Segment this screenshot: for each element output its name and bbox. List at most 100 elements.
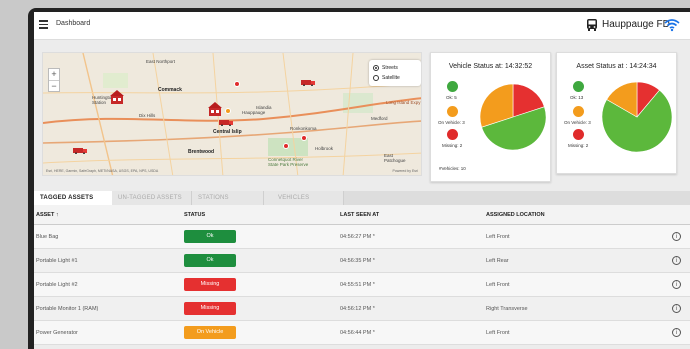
asset-status-pie[interactable] (601, 81, 673, 153)
legend-missing-dot (447, 129, 458, 140)
tab-untagged-assets[interactable]: UN-TAGGED ASSETS (112, 191, 192, 205)
column-header-status[interactable]: STATUS (184, 212, 205, 218)
legend-ok-label: Ok: 5 (446, 95, 457, 100)
map-marker-icon[interactable] (283, 143, 289, 149)
top-bar: Dashboard Hauppauge FD (34, 12, 690, 40)
zoom-out-button[interactable]: − (49, 80, 59, 92)
legend-on-vehicle-dot (447, 106, 458, 117)
asset-name: Portable Light #1 (36, 258, 78, 264)
legend-ok-dot (573, 81, 584, 92)
legend-on-vehicle-label: On Vehicle: 3 (564, 120, 591, 125)
map-marker-icon[interactable] (234, 81, 240, 87)
column-header-last-seen[interactable]: LAST SEEN AT (340, 212, 379, 218)
table-row[interactable]: Portable Light #1 Ok 04:56:35 PM * Left Rea… (34, 249, 690, 273)
info-icon[interactable]: i (672, 304, 681, 313)
assigned-location: Left Front (486, 330, 510, 336)
info-icon[interactable]: i (672, 328, 681, 337)
wifi-icon (664, 19, 680, 32)
layer-option-satellite[interactable]: Satellite (373, 73, 417, 83)
legend-ok-label: Ok: 13 (570, 95, 584, 100)
asset-name: Portable Monitor 1 (RAM) (36, 306, 99, 312)
column-header-location[interactable]: ASSIGNED LOCATION (486, 212, 545, 218)
vehicle-status-pie[interactable] (479, 83, 547, 151)
asset-name: Power Generator (36, 330, 78, 336)
status-badge: Missing (184, 302, 236, 315)
legend-on-vehicle-label: On Vehicle: 3 (438, 120, 465, 125)
info-icon[interactable]: i (672, 232, 681, 241)
fire-truck-icon[interactable] (73, 147, 87, 154)
table-body: Blue Bag Ok 04:56:27 PM * Left Front i Portab… (34, 225, 690, 345)
asset-status-title: Asset Status at : 14:24:34 (576, 63, 657, 70)
table-row[interactable]: Power Generator On Vehicle 04:56:44 PM * Le… (34, 321, 690, 345)
map-label: Central Islip (213, 129, 242, 135)
map-label: Islandia (256, 105, 272, 110)
assets-table: ASSET ↑ STATUS LAST SEEN AT ASSIGNED LOC… (34, 205, 690, 345)
zoom-control: + − (48, 68, 60, 92)
map-marker-icon[interactable] (225, 108, 231, 114)
tab-vehicles[interactable]: VEHICLES (264, 191, 344, 205)
column-header-asset[interactable]: ASSET ↑ (36, 212, 59, 218)
vehicle-status-card: Vehicle Status at: 14:32:52 Ok: 5 On Veh… (430, 52, 551, 182)
page-title: Dashboard (56, 20, 91, 27)
table-header: ASSET ↑ STATUS LAST SEEN AT ASSIGNED LOC… (34, 205, 690, 225)
map-powered-by: Powered by Esri (392, 169, 418, 173)
map-label: Hauppauge (242, 110, 266, 115)
fire-station-icon[interactable] (109, 89, 125, 105)
map-label: East Northport (146, 59, 176, 64)
legend-missing-label: Missing: 2 (442, 143, 463, 148)
legend-on-vehicle-dot (573, 106, 584, 117)
table-row[interactable]: Blue Bag Ok 04:56:27 PM * Left Front i (34, 225, 690, 249)
fire-station-icon[interactable] (207, 101, 223, 117)
asset-name: Blue Bag (36, 234, 59, 240)
map-attribution: Esri, HERE, Garmin, SafeGraph, METI/NASA… (46, 169, 159, 173)
layer-option-streets[interactable]: Streets (373, 63, 417, 73)
assigned-location: Right Transverse (486, 306, 528, 312)
map-label: Holbrook (315, 146, 334, 151)
legend-ok-dot (447, 81, 458, 92)
last-seen-time: 04:56:44 PM * (340, 330, 375, 336)
info-icon[interactable]: i (672, 280, 681, 289)
assigned-location: Left Rear (486, 258, 509, 264)
legend-missing-dot (573, 129, 584, 140)
asset-tabs: TAGGED ASSETS UN-TAGGED ASSETS STATIONS … (34, 191, 690, 205)
radio-unselected-icon (373, 75, 379, 81)
map-label: Brentwood (188, 149, 215, 155)
table-row[interactable]: Portable Monitor 1 (RAM) Missing 04:56:12 … (34, 297, 690, 321)
status-badge: Missing (184, 278, 236, 291)
map-label: Medford (371, 116, 388, 121)
asset-status-card: Asset Status at : 14:24:34 Ok: 13 On Veh… (556, 52, 677, 174)
info-icon[interactable]: i (672, 256, 681, 265)
assigned-location: Left Front (486, 282, 510, 288)
organization-name: Hauppauge FD (602, 19, 670, 30)
map-roads (43, 53, 421, 175)
map-label: Connetquot River State Park Preserve (268, 157, 309, 167)
incident-map[interactable]: + − Streets Satellite East Northport Hun… (42, 52, 422, 176)
status-badge: On Vehicle (184, 326, 236, 339)
last-seen-time: 04:55:51 PM * (340, 282, 375, 288)
hamburger-icon[interactable] (39, 20, 48, 29)
vehicle-count: #Vehicles: 10 (439, 166, 466, 171)
last-seen-time: 04:56:12 PM * (340, 306, 375, 312)
map-label: Long Island Expy (386, 100, 421, 105)
asset-name: Portable Light #2 (36, 282, 78, 288)
layer-switcher: Streets Satellite (369, 60, 421, 86)
map-label: Dix Hills (139, 113, 156, 118)
tab-tagged-assets[interactable]: TAGGED ASSETS (34, 191, 112, 205)
app-screen: Dashboard Hauppauge FD + − Streets Satel… (34, 12, 690, 349)
table-row[interactable]: Portable Light #2 Missing 04:55:51 PM * Lef… (34, 273, 690, 297)
last-seen-time: 04:56:35 PM * (340, 258, 375, 264)
fire-truck-icon[interactable] (301, 79, 315, 86)
bus-icon (587, 19, 597, 31)
tab-stations[interactable]: STATIONS (192, 191, 264, 205)
zoom-in-button[interactable]: + (49, 69, 59, 80)
map-marker-icon[interactable] (301, 135, 307, 141)
map-label: East Patchogue (384, 153, 406, 163)
map-label: Ronkonkoma (290, 126, 317, 131)
legend-missing-label: Missing: 2 (568, 143, 589, 148)
radio-selected-icon (373, 65, 379, 71)
last-seen-time: 04:56:27 PM * (340, 234, 375, 240)
fire-truck-icon[interactable] (219, 119, 233, 126)
map-label: Commack (158, 87, 182, 93)
status-badge: Ok (184, 254, 236, 267)
vehicle-status-title: Vehicle Status at: 14:32:52 (448, 63, 533, 70)
